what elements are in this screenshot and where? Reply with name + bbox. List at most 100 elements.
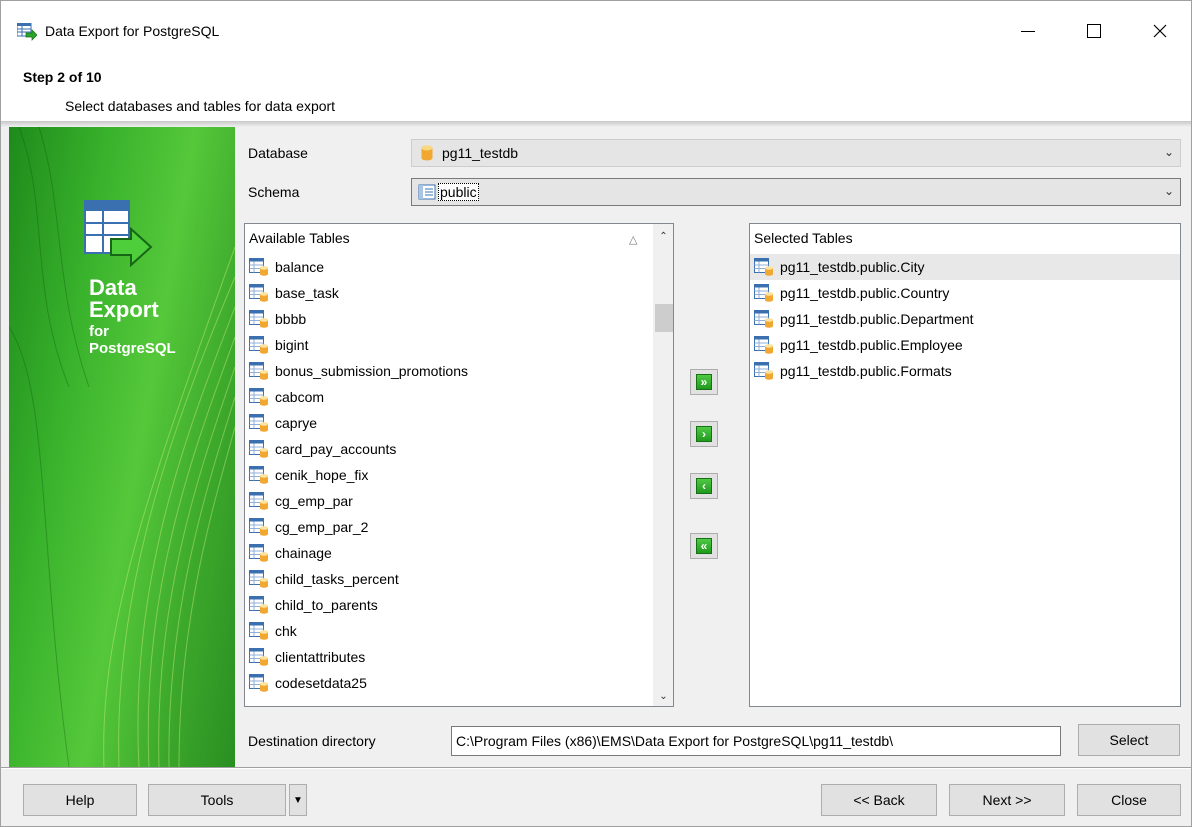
remove-all-button[interactable]: « <box>690 533 718 559</box>
table-name: pg11_testdb.public.Country <box>780 285 950 301</box>
schema-value: public <box>438 183 479 201</box>
table-row[interactable]: bigint <box>245 332 651 358</box>
footer-divider <box>1 767 1191 769</box>
table-icon <box>754 336 773 354</box>
chevron-right-icon: › <box>696 426 712 442</box>
table-name: pg11_testdb.public.Employee <box>780 337 963 353</box>
database-icon <box>418 144 436 162</box>
database-label: Database <box>248 145 308 161</box>
table-icon <box>249 518 268 536</box>
table-name: child_tasks_percent <box>275 571 399 587</box>
table-icon <box>249 648 268 666</box>
table-icon <box>754 258 773 276</box>
table-row[interactable]: codesetdata25 <box>245 670 651 696</box>
select-directory-button[interactable]: Select <box>1078 724 1180 756</box>
chevron-down-icon: ⌄ <box>1163 145 1174 159</box>
database-value: pg11_testdb <box>442 145 519 161</box>
table-row[interactable]: cg_emp_par_2 <box>245 514 651 540</box>
table-name: bonus_submission_promotions <box>275 363 468 379</box>
sort-ascending-icon[interactable]: △ <box>629 233 637 246</box>
table-row[interactable]: clientattributes <box>245 644 651 670</box>
data-export-logo-icon <box>84 200 153 268</box>
table-icon <box>754 284 773 302</box>
table-name: pg11_testdb.public.City <box>780 259 925 275</box>
table-row[interactable]: pg11_testdb.public.Employee <box>750 332 1180 358</box>
table-row[interactable]: chainage <box>245 540 651 566</box>
table-row[interactable]: cg_emp_par <box>245 488 651 514</box>
table-row[interactable]: bonus_submission_promotions <box>245 358 651 384</box>
scrollbar-thumb[interactable] <box>655 304 673 332</box>
selected-tables-header: Selected Tables <box>754 230 853 246</box>
minimize-icon <box>1021 30 1035 32</box>
help-button[interactable]: Help <box>23 784 137 816</box>
table-row[interactable]: child_tasks_percent <box>245 566 651 592</box>
scroll-down-icon[interactable]: ⌄ <box>655 688 672 705</box>
remove-selected-button[interactable]: ‹ <box>690 473 718 499</box>
table-name: caprye <box>275 415 318 431</box>
table-row[interactable]: pg11_testdb.public.Department <box>750 306 1180 332</box>
close-window-button[interactable] <box>1127 1 1192 61</box>
table-row[interactable]: caprye <box>245 410 651 436</box>
table-row[interactable]: base_task <box>245 280 651 306</box>
table-icon <box>249 440 268 458</box>
tools-button[interactable]: Tools <box>148 784 286 816</box>
database-combobox[interactable]: pg11_testdb ⌄ <box>411 139 1181 167</box>
table-row[interactable]: pg11_testdb.public.Formats <box>750 358 1180 384</box>
table-row[interactable]: balance <box>245 254 651 280</box>
scroll-up-icon[interactable]: ⌃ <box>655 228 672 245</box>
schema-icon <box>418 183 436 201</box>
table-name: balance <box>275 259 325 275</box>
available-tables-list[interactable]: Available Tables △ balance base_task bbbb b… <box>244 223 674 707</box>
table-icon <box>754 310 773 328</box>
table-row[interactable]: card_pay_accounts <box>245 436 651 462</box>
close-button[interactable]: Close <box>1077 784 1181 816</box>
table-icon <box>754 362 773 380</box>
back-button[interactable]: << Back <box>821 784 937 816</box>
tools-dropdown-button[interactable]: ▼ <box>289 784 307 816</box>
table-name: bbbb <box>275 311 307 327</box>
schema-label: Schema <box>248 184 300 200</box>
table-row[interactable]: cabcom <box>245 384 651 410</box>
chevron-left-icon: ‹ <box>696 478 712 494</box>
table-row[interactable]: pg11_testdb.public.Country <box>750 280 1180 306</box>
table-icon <box>249 336 268 354</box>
table-row[interactable]: cenik_hope_fix <box>245 462 651 488</box>
available-tables-scrollbar[interactable]: ⌃ ⌄ <box>653 224 673 706</box>
table-row[interactable]: chk <box>245 618 651 644</box>
table-row[interactable]: pg11_testdb.public.City <box>750 254 1180 280</box>
table-name: child_to_parents <box>275 597 378 613</box>
banner-title: Data Export for PostgreSQL <box>89 275 176 358</box>
table-row[interactable]: child_to_parents <box>245 592 651 618</box>
caret-down-icon: ▼ <box>293 794 303 806</box>
table-icon <box>249 362 268 380</box>
table-name: chk <box>275 623 297 639</box>
app-icon <box>17 23 37 41</box>
minimize-button[interactable] <box>995 1 1061 61</box>
table-name: cg_emp_par_2 <box>275 519 369 535</box>
product-banner: Data Export for PostgreSQL <box>9 127 235 767</box>
table-name: clientattributes <box>275 649 366 665</box>
table-row[interactable]: bbbb <box>245 306 651 332</box>
table-name: codesetdata25 <box>275 675 367 691</box>
add-all-button[interactable]: » <box>690 369 718 395</box>
table-name: cenik_hope_fix <box>275 467 369 483</box>
table-icon <box>249 570 268 588</box>
table-icon <box>249 310 268 328</box>
maximize-button[interactable] <box>1061 1 1127 61</box>
add-selected-button[interactable]: › <box>690 421 718 447</box>
table-icon <box>249 466 268 484</box>
table-icon <box>249 284 268 302</box>
table-icon <box>249 258 268 276</box>
table-icon <box>249 388 268 406</box>
selected-tables-list[interactable]: Selected Tables pg11_testdb.public.Cityp… <box>749 223 1181 707</box>
export-wizard-window: Data Export for PostgreSQL Step 2 of 10 … <box>0 0 1192 827</box>
table-icon <box>249 492 268 510</box>
next-button[interactable]: Next >> <box>949 784 1065 816</box>
table-icon <box>249 414 268 432</box>
destination-label: Destination directory <box>248 733 376 749</box>
step-description: Select databases and tables for data exp… <box>65 98 336 114</box>
schema-combobox[interactable]: public ⌄ <box>411 178 1181 206</box>
close-icon <box>1153 24 1167 38</box>
table-name: cg_emp_par <box>275 493 353 509</box>
destination-input[interactable]: C:\Program Files (x86)\EMS\Data Export f… <box>451 726 1061 756</box>
